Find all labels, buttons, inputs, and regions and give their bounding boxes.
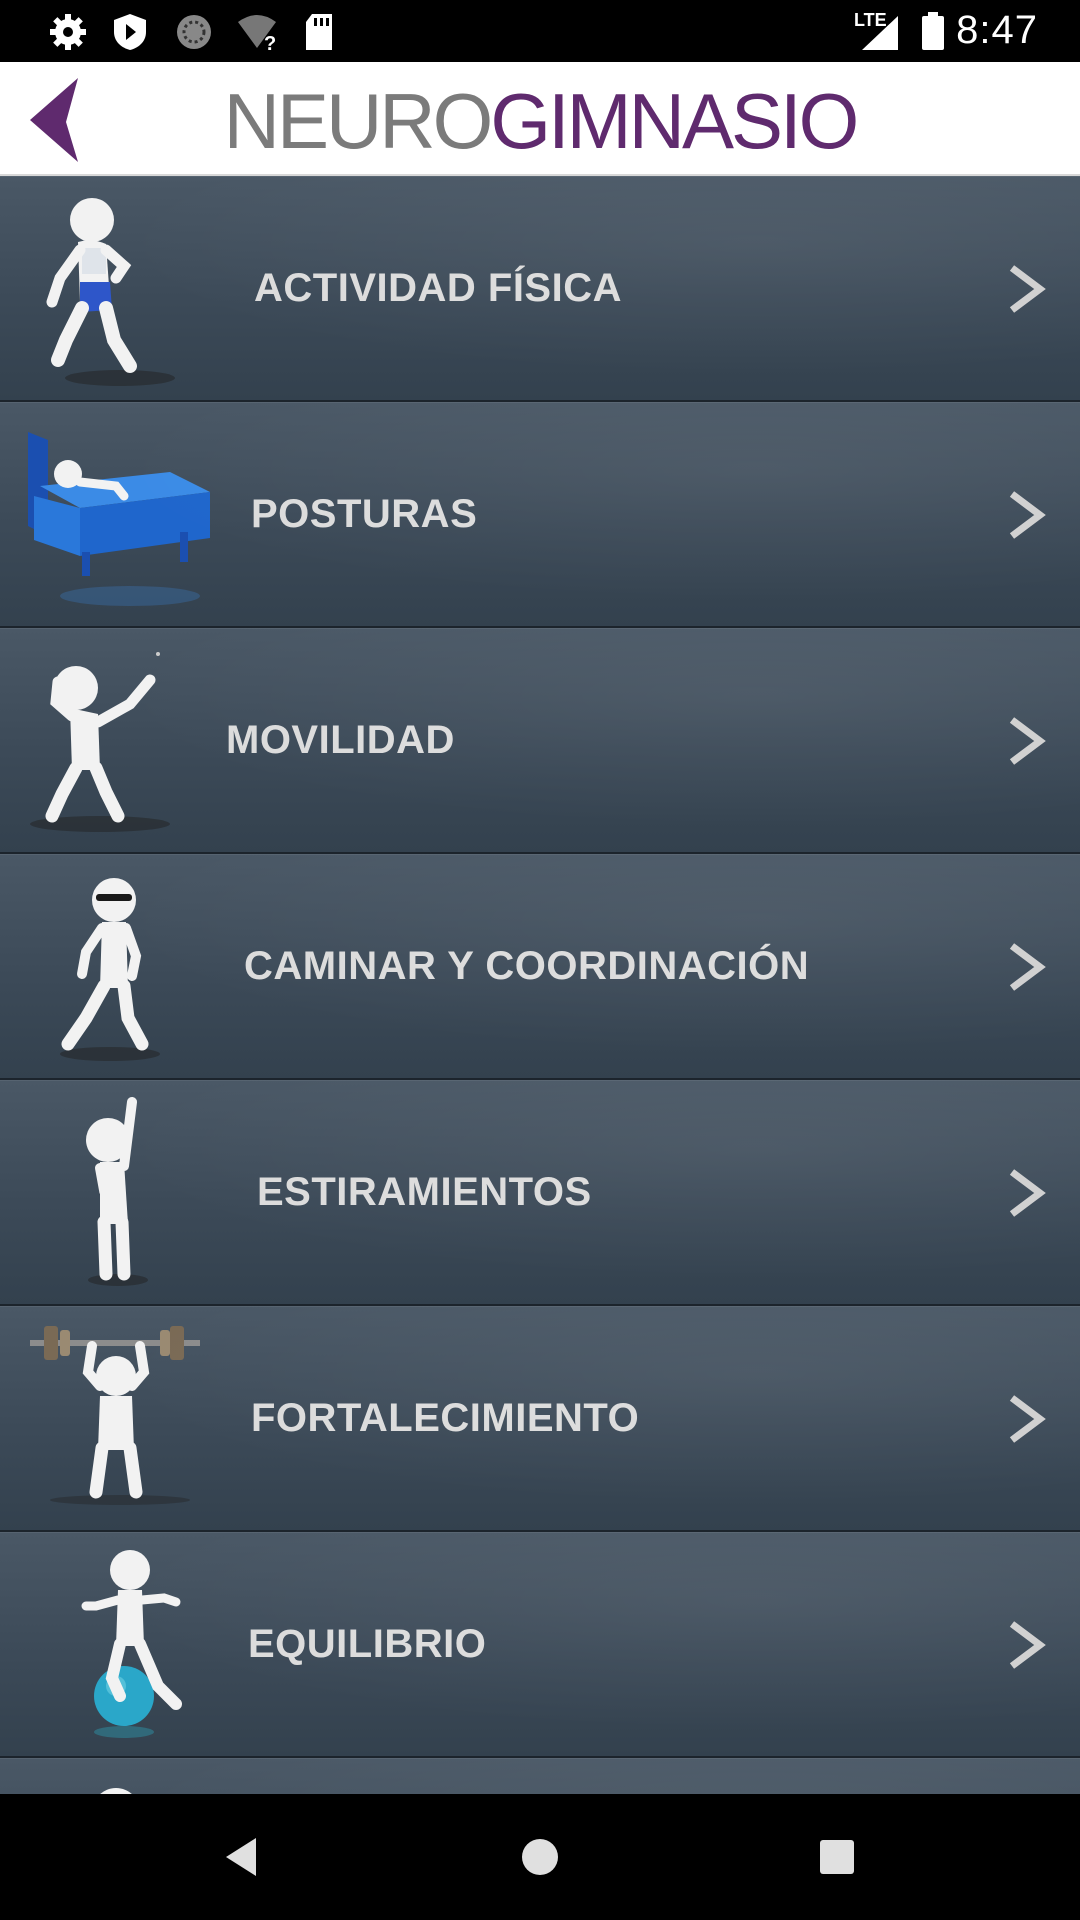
menu-item-caminar-coordinacion[interactable]: CAMINAR Y COORDINACIÓN (0, 854, 1080, 1080)
app-header: NEUROGIMNASIO (0, 62, 1080, 176)
menu-item-posturas[interactable]: POSTURAS (0, 402, 1080, 628)
menu-item-label: ESTIRAMIENTOS (257, 1170, 592, 1214)
menu-item-label: EQUILIBRIO (248, 1622, 487, 1666)
svg-text:?: ? (264, 33, 276, 52)
menu-item-equilibrio[interactable]: EQUILIBRIO (0, 1532, 1080, 1758)
chevron-right-icon (1009, 717, 1046, 765)
shield-icon (114, 14, 146, 50)
menu-item-movilidad[interactable]: MOVILIDAD (0, 628, 1080, 854)
settings-icon (50, 14, 86, 50)
menu-item-label: CAMINAR Y COORDINACIÓN (244, 944, 810, 988)
wifi-unknown-icon: ? (238, 15, 276, 52)
arm-raised-figure-icon (86, 1097, 148, 1286)
runner-figure-icon (46, 198, 175, 386)
figure-icon (100, 1788, 132, 1794)
balance-ball-figure-icon (81, 1550, 182, 1738)
chevron-right-icon (1009, 1621, 1046, 1669)
menu-item-estiramientos[interactable]: ESTIRAMIENTOS (0, 1080, 1080, 1306)
menu-item-label: POSTURAS (251, 492, 478, 536)
menu-item-fortalecimiento[interactable]: FORTALECIMIENTO (0, 1306, 1080, 1532)
app-title-part1: NEURO (223, 77, 494, 165)
system-nav-bar (0, 1794, 1080, 1920)
app-title-part2: GIMNASIO (490, 77, 859, 165)
nav-recents-icon[interactable] (812, 1832, 862, 1882)
menu-item-label: ACTIVIDAD FÍSICA (254, 266, 622, 310)
walking-figure-icon (60, 878, 160, 1061)
stretching-figure-icon (30, 652, 170, 832)
signal-icon (862, 16, 898, 50)
status-bar: ? LTE 8:47 (0, 0, 1080, 62)
chevron-right-icon (1009, 491, 1046, 539)
menu-item-label: FORTALECIMIENTO (251, 1396, 640, 1440)
sd-card-icon (306, 14, 332, 50)
nav-back-icon[interactable] (216, 1832, 266, 1882)
menu-item-actividad-fisica[interactable]: ACTIVIDAD FÍSICA (0, 176, 1080, 402)
app-title: NEUROGIMNASIO (0, 76, 1080, 166)
sync-icon (177, 15, 211, 49)
bed-figure-icon (28, 432, 210, 606)
menu-list: ACTIVIDAD FÍSICA POSTURAS MOVILIDAD CAMI… (0, 176, 1080, 1794)
menu-item-label: MOVILIDAD (226, 718, 455, 762)
menu-item-partial[interactable] (0, 1758, 1080, 1794)
chevron-right-icon (1009, 943, 1046, 991)
chevron-right-icon (1009, 1169, 1046, 1217)
battery-icon (922, 12, 944, 50)
status-time: 8:47 (956, 8, 1038, 52)
chevron-right-icon (1009, 1395, 1046, 1443)
nav-home-icon[interactable] (515, 1832, 565, 1882)
chevron-right-icon (1009, 265, 1046, 313)
weightlifter-figure-icon (30, 1326, 200, 1505)
